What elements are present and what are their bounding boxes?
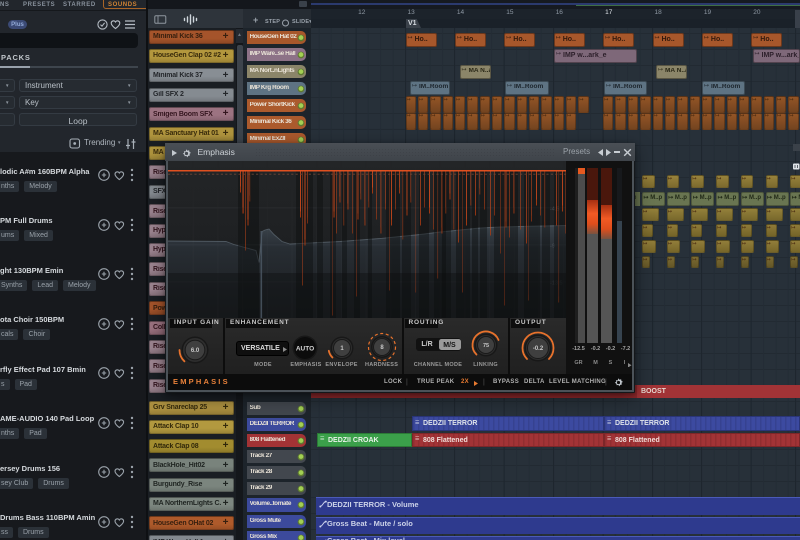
svg-text:6.0: 6.0 — [190, 348, 199, 354]
svg-text:-0.2: -0.2 — [533, 346, 544, 352]
svg-text:AUTO: AUTO — [296, 346, 314, 353]
svg-text:75: 75 — [483, 343, 489, 349]
